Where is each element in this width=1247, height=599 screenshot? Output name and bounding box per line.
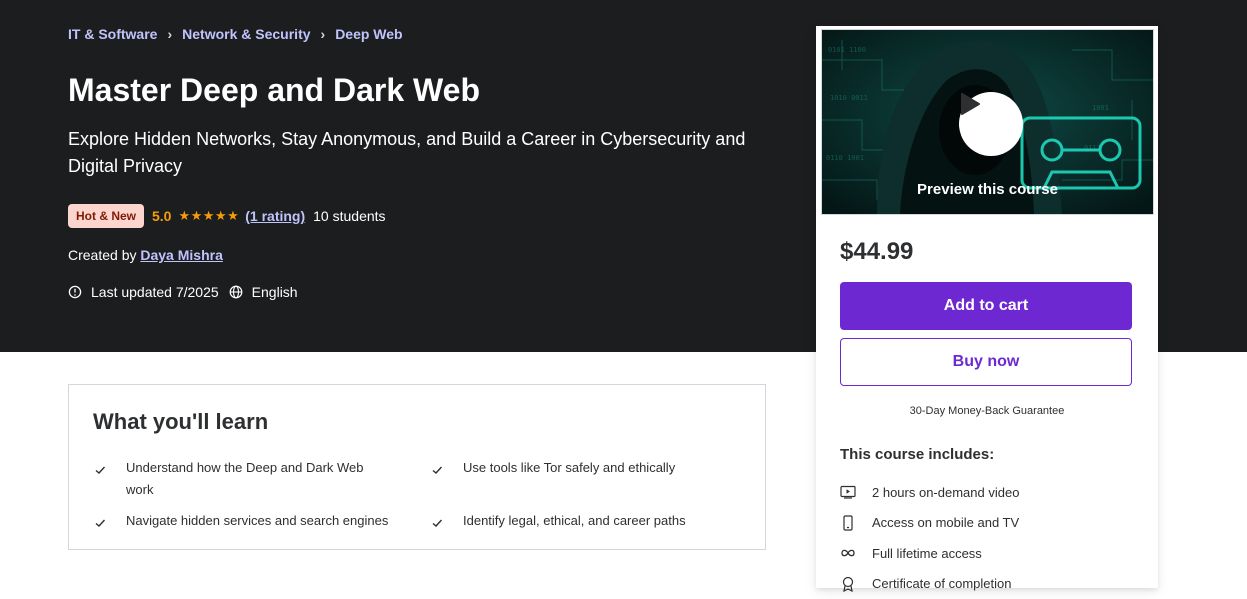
breadcrumb-it-software[interactable]: IT & Software xyxy=(68,26,157,42)
includes-item-text: Access on mobile and TV xyxy=(872,515,1019,530)
includes-item: 2 hours on-demand video xyxy=(840,477,1019,508)
course-price: $44.99 xyxy=(840,238,913,266)
star-rating-icon: ★★★★★ xyxy=(178,208,239,224)
video-icon xyxy=(840,484,856,500)
learn-item-text: Understand how the Deep and Dark Web wor… xyxy=(126,457,394,501)
created-by-label: Created by xyxy=(68,247,136,263)
includes-item-text: Full lifetime access xyxy=(872,546,982,561)
includes-item-text: Certificate of completion xyxy=(872,576,1011,591)
play-button[interactable] xyxy=(959,92,1023,156)
add-to-cart-button[interactable]: Add to cart xyxy=(840,282,1132,330)
language-info: English xyxy=(229,284,298,300)
preview-label: Preview this course xyxy=(822,181,1153,198)
course-subtitle: Explore Hidden Networks, Stay Anonymous,… xyxy=(68,126,758,180)
learn-item: Navigate hidden services and search engi… xyxy=(94,510,414,536)
check-icon xyxy=(94,457,108,501)
learn-item: Identify legal, ethical, and career path… xyxy=(431,510,751,536)
learn-item-text: Identify legal, ethical, and career path… xyxy=(463,510,686,536)
rating-count-link[interactable]: (1 rating) xyxy=(245,208,305,224)
chevron-right-icon: › xyxy=(167,26,172,42)
learn-item-text: Navigate hidden services and search engi… xyxy=(126,510,388,536)
breadcrumb-network-security[interactable]: Network & Security xyxy=(182,26,310,42)
purchase-sidebar: 0101 11001010 00110110 1001 10010111 Pre… xyxy=(816,26,1158,588)
includes-item-text: 2 hours on-demand video xyxy=(872,485,1019,500)
course-meta: Last updated 7/2025 English xyxy=(68,284,298,300)
student-count: 10 students xyxy=(313,208,385,224)
hot-new-badge: Hot & New xyxy=(68,204,144,228)
rating-value: 5.0 xyxy=(152,208,171,224)
learn-title: What you'll learn xyxy=(93,409,268,435)
includes-item: Access on mobile and TV xyxy=(840,508,1019,539)
svg-text:0101 1100: 0101 1100 xyxy=(828,46,866,54)
course-preview-video[interactable]: 0101 11001010 00110110 1001 10010111 Pre… xyxy=(821,29,1154,215)
learn-item: Understand how the Deep and Dark Web wor… xyxy=(94,457,394,501)
buy-now-button[interactable]: Buy now xyxy=(840,338,1132,386)
includes-list: 2 hours on-demand video Access on mobile… xyxy=(840,477,1019,599)
chevron-right-icon: › xyxy=(321,26,326,42)
learn-item-text: Use tools like Tor safely and ethically xyxy=(463,457,675,483)
certificate-icon xyxy=(840,576,856,592)
svg-text:1010 0011: 1010 0011 xyxy=(830,94,868,102)
rating-row: Hot & New 5.0 ★★★★★ (1 rating) 10 studen… xyxy=(68,204,386,228)
course-title: Master Deep and Dark Web xyxy=(68,72,480,109)
mobile-icon xyxy=(840,515,856,531)
play-icon xyxy=(959,92,981,116)
money-back-guarantee: 30-Day Money-Back Guarantee xyxy=(817,405,1157,417)
breadcrumb-deep-web[interactable]: Deep Web xyxy=(335,26,402,42)
last-updated: Last updated 7/2025 xyxy=(91,284,219,300)
svg-text:1001: 1001 xyxy=(1092,104,1109,112)
what-you-will-learn: What you'll learn Understand how the Dee… xyxy=(68,384,766,550)
infinity-icon xyxy=(840,545,856,561)
author-link[interactable]: Daya Mishra xyxy=(140,247,222,263)
includes-item: Certificate of completion xyxy=(840,569,1019,599)
check-icon xyxy=(431,457,445,483)
language-label: English xyxy=(252,284,298,300)
created-by: Created by Daya Mishra xyxy=(68,247,223,263)
includes-title: This course includes: xyxy=(840,446,994,463)
alert-clock-icon xyxy=(68,285,82,299)
includes-item: Full lifetime access xyxy=(840,538,1019,569)
check-icon xyxy=(431,510,445,536)
svg-text:0110 1001: 0110 1001 xyxy=(826,154,864,162)
check-icon xyxy=(94,510,108,536)
globe-icon xyxy=(229,285,243,299)
learn-item: Use tools like Tor safely and ethically xyxy=(431,457,731,483)
breadcrumb: IT & Software › Network & Security › Dee… xyxy=(68,26,403,42)
